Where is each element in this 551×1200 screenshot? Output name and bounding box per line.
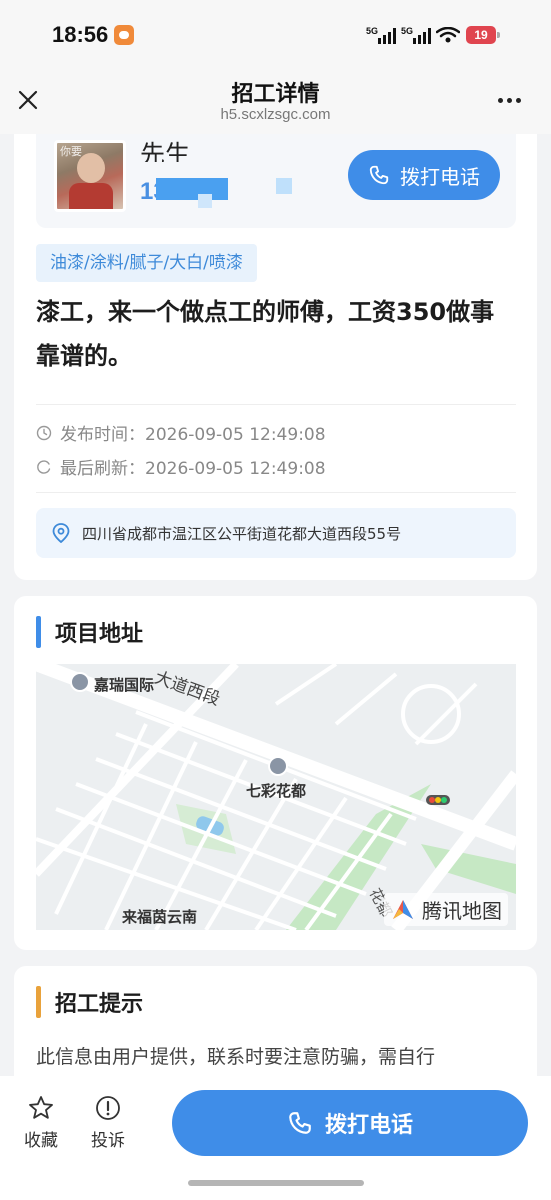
map-provider-label: 腾讯地图: [422, 899, 502, 923]
call-button-top[interactable]: 拨打电话: [348, 150, 500, 200]
hiring-tips-title: 招工提示: [55, 992, 144, 1017]
building-icon: [268, 756, 288, 776]
refresh-icon: [37, 459, 51, 474]
address-box[interactable]: 四川省成都市温江区公平街道花都大道西段55号: [36, 508, 516, 558]
hiring-tips-text: 此信息由用户提供，联系时要注意防骗，需自行: [36, 1046, 436, 1068]
publish-time: 发布时间：2026-09-05 12:49:08: [60, 425, 326, 445]
map-poi-label: 来福茵云南: [122, 908, 198, 926]
phone-mask: [156, 178, 228, 200]
phone-icon: [289, 1112, 311, 1134]
clock-icon: [36, 425, 52, 440]
phone-mask-fragment: [276, 178, 292, 194]
call-button[interactable]: 拨打电话: [172, 1090, 528, 1156]
star-icon: [29, 1096, 53, 1119]
heading-accent-bar: [36, 616, 41, 648]
more-icon[interactable]: [498, 98, 521, 103]
map-provider-logo: 腾讯地图: [384, 893, 508, 926]
publish-time-row: 发布时间：2026-09-05 12:49:08: [36, 420, 326, 445]
avatar-caption: 你要: [60, 145, 82, 158]
map-view[interactable]: 大道西段 嘉瑞国际 七彩花都 来福茵云南 花都 腾讯地图: [36, 664, 516, 930]
network-type-2: 5G: [401, 26, 414, 36]
page-title: 招工详情: [231, 82, 320, 107]
address-text: 四川省成都市温江区公平街道花都大道西段55号: [82, 524, 402, 543]
job-category-tag: 油漆/涂料/腻子/大白/喷漆: [36, 244, 257, 282]
project-address-heading: 项目地址: [36, 616, 143, 648]
battery-icon: 19: [466, 26, 500, 44]
page-url: h5.scxlzsgc.com: [220, 106, 331, 123]
divider: [36, 404, 516, 405]
network-type: 5G: [366, 26, 379, 36]
divider: [36, 492, 516, 493]
refresh-time-row: 最后刷新：2026-09-05 12:49:08: [36, 454, 326, 479]
location-pin-icon: [52, 523, 70, 543]
alert-circle-icon: [96, 1096, 120, 1120]
contact-box: 你要 先生 13 拨打电话: [36, 134, 516, 228]
phone-mask-fragment: [198, 194, 212, 208]
project-address-card: 项目地址 大道西段 嘉瑞国际 七彩花都 来福茵云南 花都 腾讯地图: [14, 596, 537, 950]
call-button-label: 拨打电话: [400, 164, 480, 189]
status-time: 18:56: [52, 22, 109, 47]
home-indicator[interactable]: [188, 1180, 364, 1186]
map-poi-label: 嘉瑞国际: [94, 676, 155, 694]
map-poi-label: 七彩花都: [246, 782, 307, 800]
nav-bar: 招工详情 h5.scxlzsgc.com: [0, 64, 551, 134]
avatar: 你要: [54, 140, 126, 212]
refresh-time: 最后刷新：2026-09-05 12:49:08: [60, 459, 326, 479]
job-detail-card: 你要 先生 13 拨打电话 油漆/涂料/腻子/大白/喷漆 漆工，来一个做点工的师…: [14, 134, 537, 580]
app-notification-icon: [114, 25, 134, 45]
hiring-tips-card: 招工提示 此信息由用户提供，联系时要注意防骗，需自行: [14, 966, 537, 1086]
building-icon: [70, 672, 90, 692]
tencent-map-logo-icon: [393, 899, 413, 919]
call-button-label: 拨打电话: [324, 1113, 413, 1138]
hiring-tips-heading: 招工提示: [36, 986, 143, 1018]
wifi-icon: [436, 27, 460, 43]
status-bar: 18:56 5G 5G 19: [0, 0, 551, 64]
heading-accent-bar: [36, 986, 41, 1018]
contact-name: 先生: [140, 140, 191, 162]
report-label: 投诉: [91, 1131, 125, 1151]
report-button[interactable]: 投诉: [86, 1094, 130, 1151]
project-address-title: 项目地址: [55, 622, 144, 647]
phone-icon: [369, 165, 389, 185]
job-title: 漆工，来一个做点工的师傅，工资350做事靠谱的。: [36, 298, 495, 370]
favorite-button[interactable]: 收藏: [19, 1094, 63, 1151]
favorite-label: 收藏: [24, 1131, 58, 1151]
